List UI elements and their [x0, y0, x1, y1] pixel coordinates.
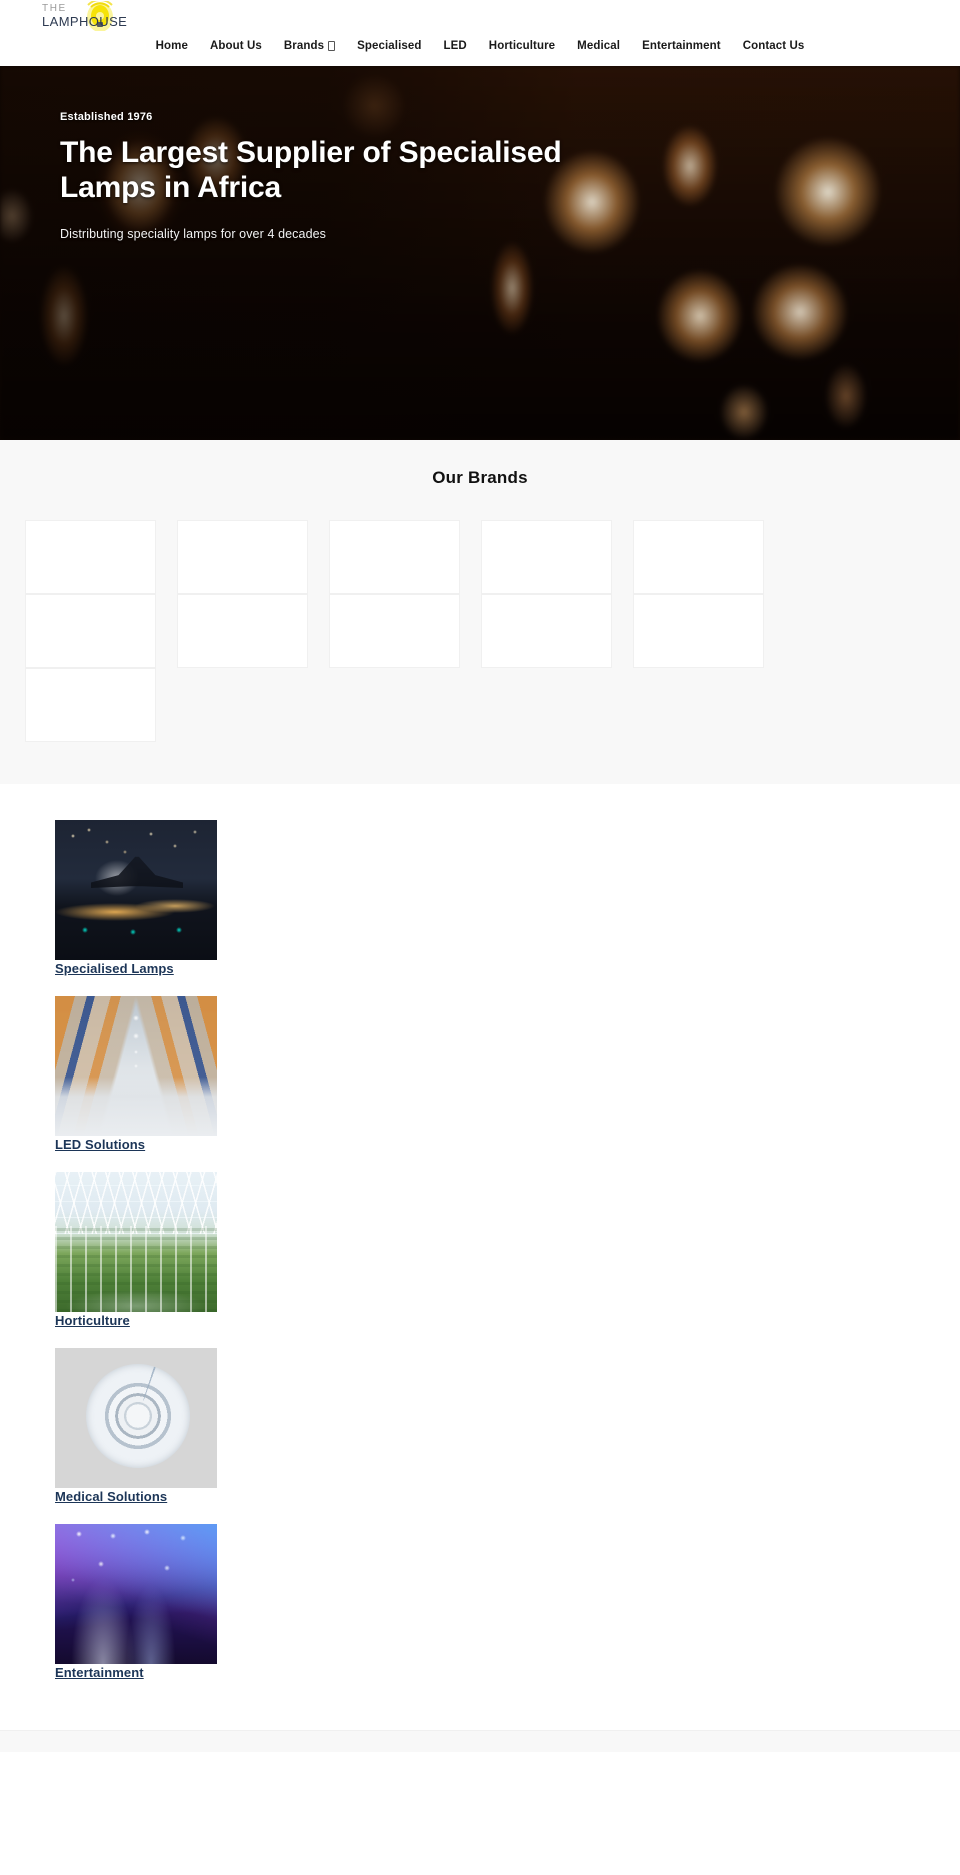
- specialised-lamps-thumbnail[interactable]: [55, 820, 217, 960]
- hero-subtitle: Distributing speciality lamps for over 4…: [60, 227, 327, 242]
- brand-logo-tile[interactable]: [177, 594, 308, 668]
- brand-logo-tile[interactable]: [481, 594, 612, 668]
- horticulture-thumbnail[interactable]: [55, 1172, 217, 1312]
- site-footer: [0, 1730, 960, 1752]
- brands-section-title: Our Brands: [432, 468, 528, 487]
- brand-logo-tile[interactable]: [25, 668, 156, 742]
- logo-text-the: THE: [42, 3, 67, 14]
- brand-logo-tile[interactable]: [25, 594, 156, 668]
- hero-content: Established 1976 The Largest Supplier of…: [60, 111, 580, 241]
- brand-logo[interactable]: THE LAMPHOUSE: [20, 1, 180, 31]
- hero-eyebrow: Established 1976: [60, 111, 153, 123]
- nav-label: Entertainment: [642, 40, 721, 52]
- brand-logo-tile[interactable]: [633, 520, 764, 594]
- chevron-down-icon: [328, 41, 336, 51]
- nav-label: Brands: [283, 40, 325, 52]
- category-card-led-solutions: LED Solutions: [25, 996, 935, 1154]
- brand-logo-tile[interactable]: [177, 520, 308, 594]
- main-navigation[interactable]: Home About Us Brands Specialised LED Hor…: [0, 38, 960, 54]
- led-solutions-thumbnail[interactable]: [55, 996, 217, 1136]
- brand-logo-tile[interactable]: [481, 520, 612, 594]
- nav-item-specialised[interactable]: Specialised: [346, 38, 432, 54]
- logo-text-lamphouse: LAMPHOUSE: [42, 14, 127, 29]
- category-cards-section: Specialised Lamps LED Solutions Horticul…: [0, 784, 960, 1730]
- lamphouse-logo-svg: THE LAMPHOUSE: [42, 1, 127, 31]
- nav-label: Specialised: [357, 40, 422, 52]
- site-header: THE LAMPHOUSE Home About Us Brands Speci…: [0, 0, 960, 66]
- nav-label: Medical: [577, 40, 621, 52]
- nav-item-contact-us[interactable]: Contact Us: [732, 38, 816, 54]
- brands-section: Our Brands: [0, 440, 960, 784]
- medical-solutions-thumbnail[interactable]: [55, 1348, 217, 1488]
- nav-item-home[interactable]: Home: [145, 38, 199, 54]
- brand-logo-tile[interactable]: [329, 520, 460, 594]
- category-card-specialised-lamps: Specialised Lamps: [25, 820, 935, 978]
- nav-item-horticulture[interactable]: Horticulture: [478, 38, 566, 54]
- nav-item-led[interactable]: LED: [432, 38, 477, 54]
- nav-item-about-us[interactable]: About Us: [199, 38, 273, 54]
- brand-logo-tile[interactable]: [329, 594, 460, 668]
- brands-logo-grid: [25, 520, 935, 742]
- nav-item-medical[interactable]: Medical: [566, 38, 631, 54]
- nav-label: Contact Us: [742, 40, 805, 52]
- nav-item-entertainment[interactable]: Entertainment: [631, 38, 732, 54]
- nav-label: Horticulture: [488, 40, 556, 52]
- brand-logo-tile[interactable]: [25, 520, 156, 594]
- nav-label: LED: [443, 40, 467, 52]
- nav-label: Home: [155, 40, 188, 52]
- entertainment-thumbnail[interactable]: [55, 1524, 217, 1664]
- hero-title: The Largest Supplier of Specialised Lamp…: [60, 136, 562, 205]
- hero-banner: Established 1976 The Largest Supplier of…: [0, 66, 960, 440]
- nav-label: About Us: [209, 40, 262, 52]
- brand-logo-tile[interactable]: [633, 594, 764, 668]
- nav-item-brands[interactable]: Brands: [273, 38, 346, 54]
- category-card-entertainment: Entertainment: [25, 1524, 935, 1682]
- category-card-horticulture: Horticulture: [25, 1172, 935, 1330]
- category-card-medical-solutions: Medical Solutions: [25, 1348, 935, 1506]
